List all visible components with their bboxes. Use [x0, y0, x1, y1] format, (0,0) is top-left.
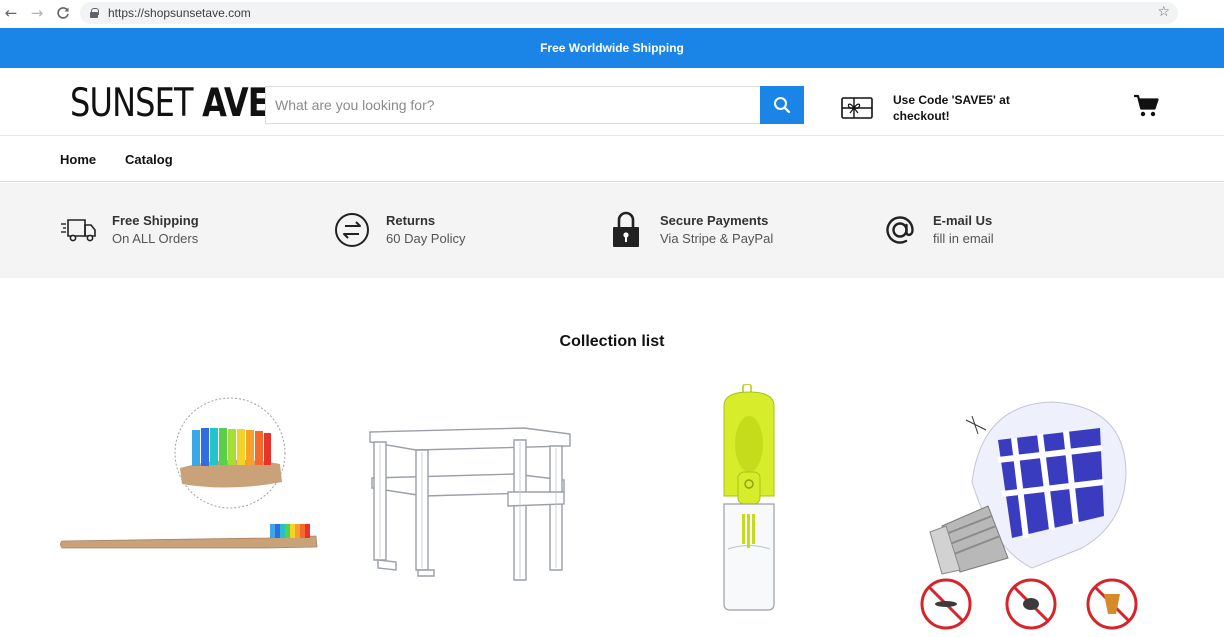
site-header: SUNSET AVE Use Code 'SAVE5' at checkout!: [0, 68, 1224, 135]
browser-toolbar: ← → https://shopsunsetave.com ☆: [0, 0, 1224, 26]
gift-card-icon: [841, 97, 873, 119]
padlock-icon: [608, 211, 646, 249]
feature-subtitle: On ALL Orders: [112, 231, 199, 246]
cart-icon[interactable]: [1133, 94, 1159, 118]
back-arrow-icon[interactable]: ←: [1, 3, 21, 23]
star-icon[interactable]: ☆: [1157, 4, 1170, 20]
search-input[interactable]: [265, 86, 760, 124]
logo-text-bold: AVE: [202, 81, 270, 126]
feature-returns: Returns 60 Day Policy: [334, 211, 465, 249]
bamboo-toothbrush-image[interactable]: [58, 396, 323, 556]
truck-icon: [60, 211, 98, 249]
nav-item-home[interactable]: Home: [60, 152, 96, 167]
pet-water-bottle-image[interactable]: [716, 384, 782, 612]
at-sign-icon: [881, 211, 919, 249]
address-bar[interactable]: https://shopsunsetave.com ☆: [80, 2, 1178, 24]
bug-zapper-bulb-image[interactable]: [912, 398, 1144, 634]
feature-free-shipping: Free Shipping On ALL Orders: [60, 211, 199, 249]
collection-title: Collection list: [559, 333, 665, 350]
lock-icon: [90, 8, 99, 18]
feature-title: Free Shipping: [112, 213, 199, 228]
feature-title: Returns: [386, 213, 436, 228]
feature-secure-payments: Secure Payments Via Stripe & PayPal: [608, 211, 773, 249]
announcement-text: Free Worldwide Shipping: [540, 41, 684, 55]
search-icon: [774, 97, 791, 114]
feature-email-us: E-mail Us fill in email: [881, 211, 994, 249]
returns-arrows-icon: [334, 211, 372, 249]
forward-arrow-icon[interactable]: →: [27, 3, 47, 23]
feature-subtitle: 60 Day Policy: [386, 231, 466, 246]
promo-banner: Use Code 'SAVE5' at checkout!: [841, 92, 1043, 124]
feature-subtitle: Via Stripe & PayPal: [660, 231, 774, 246]
search-form: [265, 86, 804, 124]
search-button[interactable]: [760, 86, 804, 124]
url-text[interactable]: https://shopsunsetave.com: [108, 6, 251, 20]
feature-subtitle: fill in email: [933, 231, 994, 246]
feature-strip: Free Shipping On ALL Orders Returns 60 D…: [0, 183, 1224, 278]
main-nav: Home Catalog: [0, 135, 1224, 182]
logo-text-light: SUNSET: [70, 81, 203, 126]
promo-text: Use Code 'SAVE5' at checkout!: [893, 93, 1010, 123]
announcement-bar: Free Worldwide Shipping: [0, 28, 1224, 68]
reload-icon[interactable]: [53, 3, 73, 23]
shelf-organizer-image[interactable]: [364, 420, 578, 590]
nav-item-catalog[interactable]: Catalog: [125, 152, 173, 167]
feature-title: Secure Payments: [660, 213, 769, 228]
feature-title: E-mail Us: [933, 213, 993, 228]
site-logo[interactable]: SUNSET AVE: [70, 81, 270, 126]
